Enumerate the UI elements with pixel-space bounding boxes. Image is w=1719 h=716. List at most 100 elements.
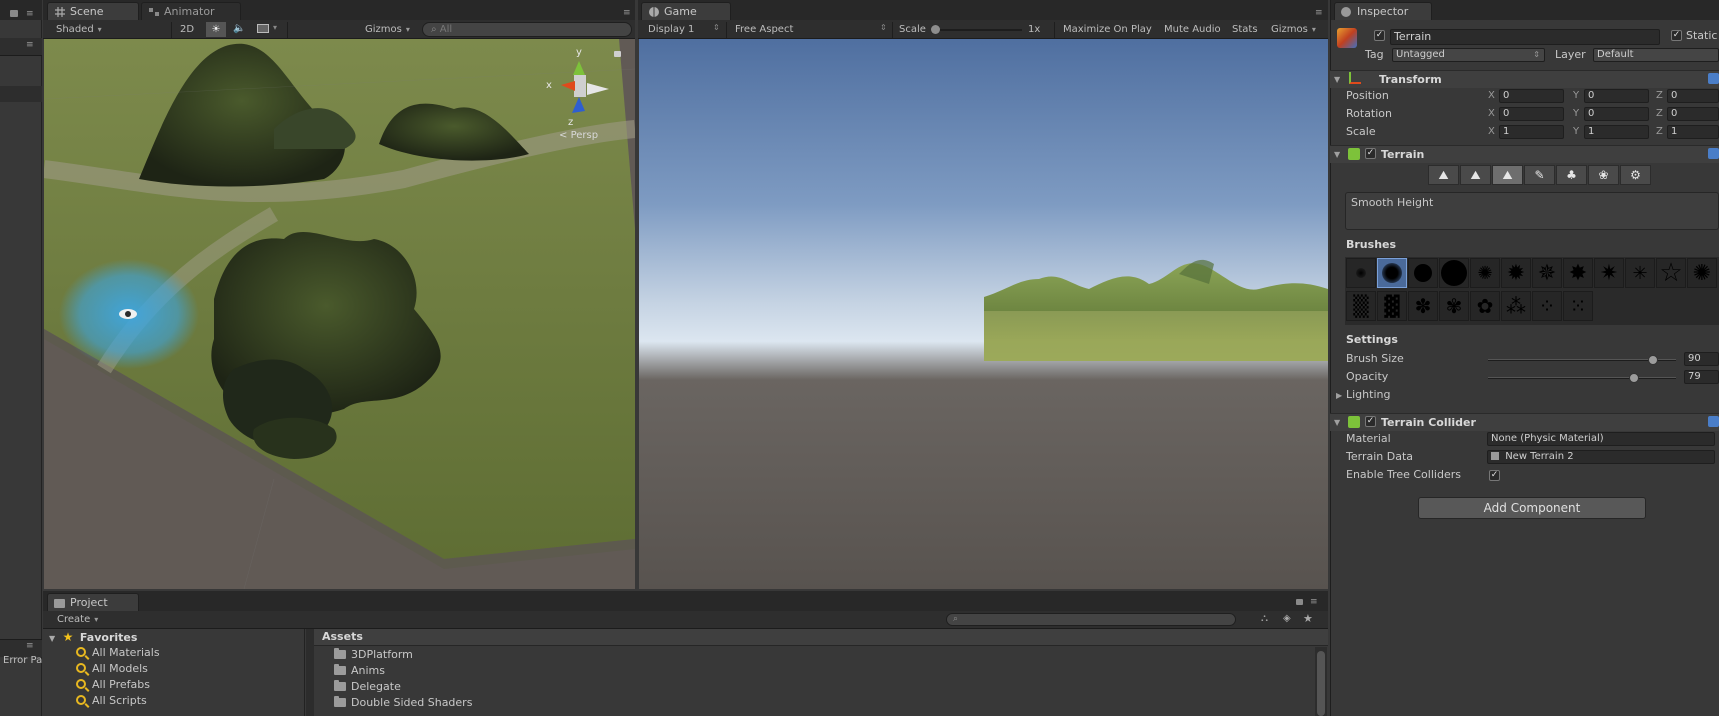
foldout-arrow-icon[interactable]: ▼ [1334, 418, 1340, 427]
brush-streak-icon[interactable]: ▓ [1377, 291, 1407, 321]
add-component-button[interactable]: Add Component [1418, 497, 1646, 519]
maximize-on-play-toggle[interactable]: Maximize On Play [1063, 23, 1152, 37]
terrain-settings-gear-icon[interactable]: ⚙ [1620, 165, 1651, 185]
opacity-field[interactable]: 79 [1684, 370, 1719, 384]
asset-folder-row[interactable]: Double Sided Shaders [334, 695, 472, 711]
help-icon[interactable] [1708, 148, 1719, 159]
tab-scene[interactable]: Scene [47, 2, 139, 20]
brush-gear-icon[interactable]: ✿ [1470, 291, 1500, 321]
panel-menu-icon[interactable]: ≡ [1315, 8, 1323, 18]
favorites-row[interactable]: ▼ ★ Favorites [49, 629, 137, 645]
panel-menu-icon[interactable]: ≡ [623, 8, 631, 18]
collider-enabled-checkbox[interactable]: ✓ [1365, 416, 1376, 427]
paint-texture-tool-icon[interactable]: ✎ [1524, 165, 1555, 185]
position-z-field[interactable]: 0 [1667, 89, 1719, 103]
favorite-item[interactable]: All Models [76, 661, 148, 677]
aspect-dropdown[interactable]: Free Aspect [735, 23, 793, 37]
scale-z-field[interactable]: 1 [1667, 125, 1719, 139]
create-dropdown[interactable]: Create [57, 613, 98, 627]
tree-splitter[interactable] [306, 629, 314, 716]
panel-menu-icon[interactable]: ≡ [26, 9, 34, 19]
display-stepper-icon[interactable]: ⇕ [713, 23, 720, 32]
position-x-field[interactable]: 0 [1499, 89, 1564, 103]
mute-audio-toggle[interactable]: Mute Audio [1164, 23, 1221, 37]
asset-folder-row[interactable]: Delegate [334, 679, 401, 695]
tree-colliders-checkbox[interactable]: ✓ [1489, 470, 1500, 481]
aspect-stepper-icon[interactable]: ⇕ [880, 23, 887, 32]
terrain-enabled-checkbox[interactable]: ✓ [1365, 148, 1376, 159]
place-trees-tool-icon[interactable]: ♣ [1556, 165, 1587, 185]
help-icon[interactable] [1708, 416, 1719, 427]
filter-by-type-icon[interactable]: ⛬ [1261, 613, 1268, 624]
active-checkbox[interactable]: ✓ [1374, 30, 1385, 41]
brush-dots-icon[interactable]: ⁂ [1501, 291, 1531, 321]
lock-icon[interactable] [10, 10, 18, 17]
brush-scatter-icon[interactable]: ⁘ [1532, 291, 1562, 321]
project-search-field[interactable]: ⌕ [946, 613, 1236, 626]
asset-folder-row[interactable]: Anims [334, 663, 385, 679]
scale-slider-knob[interactable] [931, 25, 940, 34]
brush-hard-large-icon[interactable] [1439, 258, 1469, 288]
tag-dropdown[interactable]: Untagged ⇕ [1392, 48, 1545, 62]
favorite-item[interactable]: All Prefabs [76, 677, 150, 693]
foldout-arrow-icon[interactable]: ▶ [1336, 391, 1342, 400]
stats-toggle[interactable]: Stats [1232, 23, 1258, 37]
favorite-star-icon[interactable]: ★ [1303, 612, 1313, 625]
brush-partial-icon[interactable]: ✺ [1687, 258, 1717, 288]
brush-spark-icon[interactable]: ✺ [1470, 258, 1500, 288]
brush-hard-medium-icon[interactable] [1408, 258, 1438, 288]
effects-toggle-icon[interactable] [257, 24, 269, 33]
brush-noise-icon[interactable]: ✵ [1532, 258, 1562, 288]
gizmo-lock-icon[interactable] [614, 51, 621, 57]
game-viewport[interactable] [639, 39, 1328, 589]
brush-grass-icon[interactable]: ▒ [1346, 291, 1376, 321]
lighting-foldout[interactable]: Lighting [1346, 388, 1390, 401]
raise-lower-tool-icon[interactable]: ⛰ [1428, 165, 1459, 185]
brush-asterisk-icon[interactable]: ✳ [1625, 258, 1655, 288]
brush-blot-icon[interactable]: ✸ [1563, 258, 1593, 288]
brush-star-icon[interactable]: ☆ [1656, 258, 1686, 288]
position-y-field[interactable]: 0 [1584, 89, 1649, 103]
assets-scrollbar-thumb[interactable] [1317, 651, 1325, 716]
brush-rock-icon[interactable]: ✾ [1439, 291, 1469, 321]
brush-soft-medium-icon[interactable] [1377, 258, 1407, 288]
audio-toggle-icon[interactable]: 🔈 [233, 23, 245, 34]
tab-game[interactable]: Game [641, 2, 731, 20]
static-checkbox[interactable]: ✓ [1671, 30, 1682, 41]
game-gizmos-dropdown[interactable]: Gizmos [1271, 23, 1316, 37]
foldout-arrow-icon[interactable]: ▼ [1334, 75, 1340, 84]
panel-menu-icon[interactable]: ≡ [1310, 597, 1318, 607]
shading-dropdown[interactable]: Shaded [56, 23, 166, 37]
tab-project[interactable]: Project [47, 593, 139, 611]
scale-x-field[interactable]: 1 [1499, 125, 1564, 139]
tab-inspector[interactable]: Inspector [1334, 2, 1432, 20]
terrain-data-field[interactable]: New Terrain 2 [1487, 450, 1715, 464]
2d-toggle[interactable]: 2D [180, 23, 194, 37]
lock-icon[interactable] [1296, 599, 1303, 605]
brush-cloud-icon[interactable]: ✽ [1408, 291, 1438, 321]
panel-menu-icon[interactable]: ≡ [26, 641, 34, 651]
selected-row[interactable] [0, 86, 42, 102]
rotation-z-field[interactable]: 0 [1667, 107, 1719, 121]
layer-dropdown[interactable]: Default [1593, 48, 1719, 62]
brush-size-field[interactable]: 90 [1684, 352, 1719, 366]
brush-splat-icon[interactable]: ✹ [1501, 258, 1531, 288]
gizmos-dropdown[interactable]: Gizmos [365, 23, 410, 37]
brush-dotted-circle-icon[interactable]: ⁙ [1563, 291, 1593, 321]
filter-by-label-icon[interactable]: ◈ [1283, 613, 1291, 624]
display-dropdown[interactable]: Display 1 [648, 23, 694, 37]
favorite-item[interactable]: All Materials [76, 645, 160, 661]
tab-animator[interactable]: Animator [141, 2, 241, 20]
scale-slider[interactable] [932, 29, 1022, 31]
opacity-slider-knob[interactable] [1628, 373, 1639, 383]
brush-soft-small-icon[interactable] [1346, 258, 1376, 288]
scene-viewport[interactable]: y x z < Persp [44, 39, 635, 589]
effects-dropdown-icon[interactable]: ▾ [273, 23, 277, 32]
rotation-y-field[interactable]: 0 [1584, 107, 1649, 121]
error-pause-button[interactable]: Error Pa [3, 655, 42, 666]
rotation-x-field[interactable]: 0 [1499, 107, 1564, 121]
persp-label[interactable]: < Persp [559, 130, 598, 141]
favorite-item[interactable]: All Scripts [76, 693, 147, 709]
material-field[interactable]: None (Physic Material) [1487, 432, 1715, 446]
paint-details-tool-icon[interactable]: ❀ [1588, 165, 1619, 185]
